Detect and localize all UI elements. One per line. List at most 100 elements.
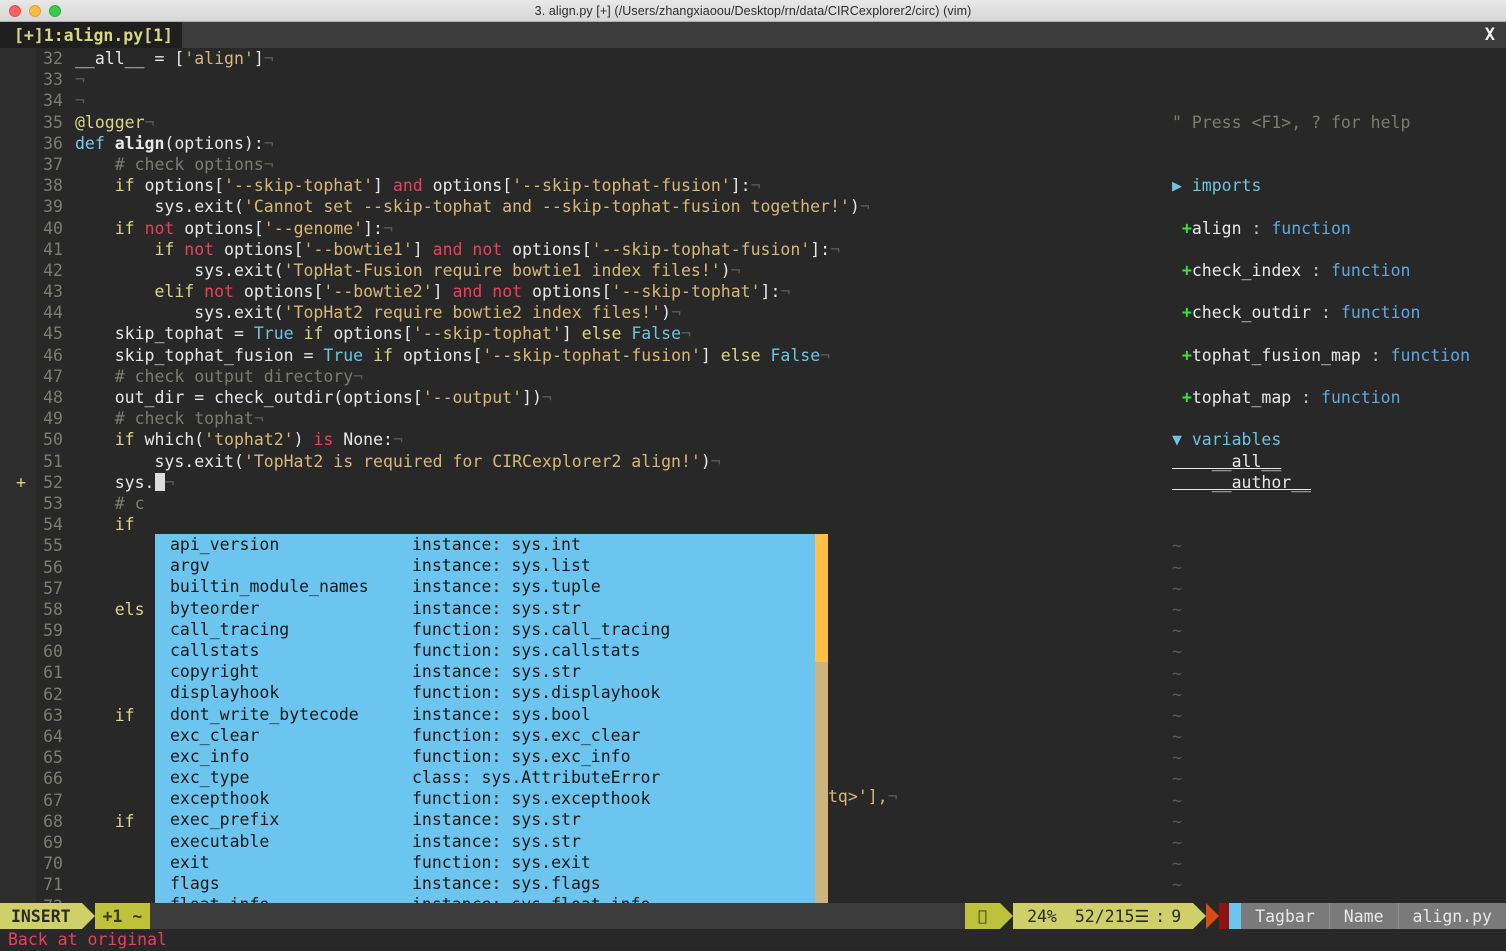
tagbar-blank-line (1162, 281, 1506, 302)
code-line[interactable]: 51 sys.exit('TopHat2 is required for CIR… (0, 451, 1160, 472)
completion-popup[interactable]: api_version instance: sys.int argv instance… (155, 534, 828, 903)
code-token: options[ (233, 282, 324, 302)
tagbar-item[interactable]: +tophat_map : function (1162, 387, 1506, 408)
code-token: elif (154, 282, 195, 302)
tagbar-variable[interactable]: __author__ (1162, 472, 1506, 493)
code-line[interactable]: 41 if not options['--bowtie1'] and not o… (0, 239, 1160, 260)
tagbar-variable[interactable]: __all__ (1162, 451, 1506, 472)
completion-item[interactable]: exit function: sys.exit (155, 852, 828, 873)
expand-plus-icon[interactable]: + (1172, 346, 1192, 365)
completion-item[interactable]: dont_write_bytecode instance: sys.bool (155, 704, 828, 725)
code-token: '--bowtie1' (303, 239, 413, 259)
code-line[interactable]: 35 @logger¬ (0, 112, 1160, 133)
completion-item[interactable]: exec_prefix instance: sys.str (155, 809, 828, 830)
expand-plus-icon[interactable]: + (1172, 388, 1192, 407)
statusline-segment-tagbar: Tagbar (1241, 903, 1329, 929)
completion-item[interactable]: api_version instance: sys.int (155, 534, 828, 555)
completion-item-word: exit (170, 852, 210, 872)
code-token: ] (412, 239, 433, 259)
code-line[interactable]: 37 # check options¬ (0, 154, 1160, 175)
expand-plus-icon[interactable]: + (1172, 261, 1192, 280)
tagbar-pane[interactable]: " Press <F1>, ? for help ▶ imports +alig… (1162, 48, 1506, 903)
line-number: 59 (43, 621, 63, 641)
tagbar-tag-list[interactable]: ▶ imports +align : function +check_index… (1162, 175, 1506, 493)
completion-list[interactable]: api_version instance: sys.int argv instance… (155, 534, 828, 903)
popup-scrollbar-track[interactable] (815, 534, 828, 903)
tagbar-item-kind: function (1271, 218, 1351, 238)
close-tab-icon[interactable]: X (1485, 22, 1506, 48)
code-token: skip_tophat = (114, 324, 254, 344)
statusline-col-sep: : (1155, 906, 1166, 926)
code-line[interactable]: 32 __all__ = ['align']¬ (0, 48, 1160, 69)
completion-item[interactable]: excepthook function: sys.excepthook (155, 788, 828, 809)
code-line[interactable]: 52 sys. ¬ (0, 472, 1160, 493)
tagbar-empty-line: ~ (1172, 663, 1182, 683)
code-token: ]: (810, 239, 831, 259)
code-line[interactable]: 39 sys.exit('Cannot set --skip-tophat an… (0, 196, 1160, 217)
expand-plus-icon[interactable]: + (1172, 219, 1192, 238)
tab-align-py[interactable]: [+]1:align.py[1] (0, 22, 182, 48)
code-token: ]) (522, 388, 542, 407)
completion-item[interactable]: builtin_module_names instance: sys.tuple (155, 576, 828, 597)
completion-item[interactable]: copyright instance: sys.str (155, 661, 828, 682)
completion-item[interactable]: argv instance: sys.list (155, 555, 828, 576)
code-line[interactable]: 38 if options['--skip-tophat'] and optio… (0, 175, 1160, 196)
message-line: Back at original (0, 929, 1506, 951)
code-line[interactable]: 48 out_dir = check_outdir(options['--out… (0, 387, 1160, 408)
code-line[interactable]: 53 # c (0, 493, 1160, 514)
code-token: options[ (214, 239, 304, 259)
popup-scrollbar-thumb[interactable] (815, 534, 828, 662)
completion-item[interactable]: exc_type class: sys.AttributeError (155, 767, 828, 788)
expand-plus-icon[interactable]: + (1172, 303, 1192, 322)
tagbar-item-kind: function (1340, 303, 1421, 323)
code-editor-pane[interactable]: 32 __all__ = ['align']¬ 33 ¬ 34 ¬ 35 @logger¬ 36… (0, 48, 1160, 903)
code-line[interactable]: 36 def align(options):¬ (0, 133, 1160, 154)
line-number: 43 (43, 282, 63, 302)
tagbar-item[interactable]: +align : function (1162, 218, 1506, 239)
completion-item[interactable]: callstats function: sys.callstats (155, 640, 828, 661)
tagbar-item[interactable]: +check_index : function (1162, 260, 1506, 281)
code-token: ¬ (263, 133, 274, 153)
tagbar-item[interactable]: +tophat_fusion_map : function (1162, 345, 1506, 366)
tagbar-empty-line: ~ (1172, 621, 1182, 641)
completion-item[interactable]: call_tracing function: sys.call_tracing (155, 619, 828, 640)
completion-item[interactable]: exc_clear function: sys.exc_clear (155, 725, 828, 746)
code-line[interactable]: 33 ¬ (0, 69, 1160, 90)
code-line[interactable]: 50 if which('tophat2') is None:¬ (0, 429, 1160, 450)
code-token: (options): (164, 133, 264, 153)
code-line[interactable]: 54 if (0, 514, 1160, 535)
code-line[interactable]: 44 sys.exit('TopHat2 require bowtie2 ind… (0, 302, 1160, 323)
code-token: options[ (323, 324, 413, 344)
completion-item[interactable]: flags instance: sys.flags (155, 873, 828, 894)
tagbar-item-separator: : (1241, 218, 1272, 238)
completion-item[interactable]: byteorder instance: sys.str (155, 598, 828, 619)
code-line[interactable]: 43 elif not options['--bowtie2'] and not… (0, 281, 1160, 302)
code-line[interactable]: 40 if not options['--genome']:¬ (0, 218, 1160, 239)
code-token: '--skip-tophat' (611, 282, 761, 302)
tagbar-group[interactable]: ▶ imports (1162, 175, 1506, 196)
code-token: align (114, 133, 165, 153)
completion-item[interactable]: exc_info function: sys.exc_info (155, 746, 828, 767)
completion-item[interactable]: executable instance: sys.str (155, 831, 828, 852)
completion-item[interactable]: displayhook function: sys.displayhook (155, 682, 828, 703)
code-line[interactable]: 45 skip_tophat = True if options['--skip… (0, 323, 1160, 344)
tagbar-item[interactable]: +check_outdir : function (1162, 302, 1506, 323)
code-line[interactable]: 42 sys.exit('TopHat-Fusion require bowti… (0, 260, 1160, 281)
chevron-right-icon[interactable]: ▶ (1172, 176, 1192, 195)
code-line[interactable]: 47 # check output directory¬ (0, 366, 1160, 387)
code-line[interactable]: 46 skip_tophat_fusion = True if options[… (0, 345, 1160, 366)
code-line[interactable]: 34 ¬ (0, 90, 1160, 111)
completion-item-kind: instance: sys.int (412, 535, 581, 554)
code-token: ¬ (730, 260, 741, 280)
completion-item[interactable]: float_infoinstance: sys.float_info (155, 894, 828, 903)
chevron-down-icon[interactable]: ▼ (1172, 430, 1192, 449)
tagbar-group[interactable]: ▼ variables (1162, 429, 1506, 450)
code-line[interactable]: 49 # check tophat¬ (0, 408, 1160, 429)
fold-marker[interactable]: + (16, 472, 26, 493)
